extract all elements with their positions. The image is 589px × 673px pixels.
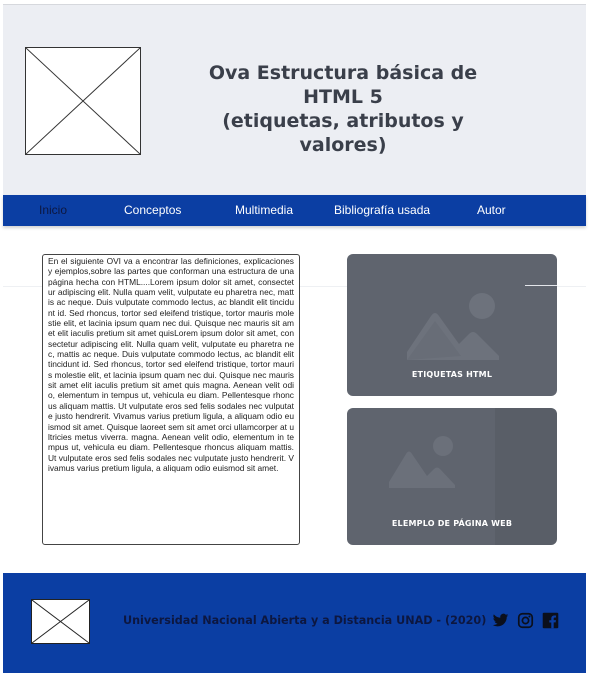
nav-item-multimedia[interactable]: Multimedia — [235, 195, 293, 226]
nav-item-inicio[interactable]: Inicio — [39, 195, 67, 226]
instagram-icon[interactable] — [517, 612, 534, 629]
card-divider — [525, 285, 557, 286]
card-ejemplo-pagina-web[interactable]: ELEMPLO DE PÁGINA WEB — [347, 408, 557, 545]
nav-item-autor[interactable]: Autor — [477, 195, 506, 226]
page-title-line-2: (etiquetas, atributos y — [222, 110, 464, 132]
intro-text: En el siguiente OVI va a encontrar las d… — [48, 256, 294, 473]
footer: Universidad Nacional Abierta y a Distanc… — [3, 573, 586, 673]
nav-item-bibliografia[interactable]: Bibliografía usada — [334, 195, 430, 226]
card-caption: ETIQUETAS HTML — [411, 370, 493, 379]
intro-text-box[interactable]: En el siguiente OVI va a encontrar las d… — [42, 254, 300, 545]
image-icon — [387, 434, 457, 490]
card-caption: ELEMPLO DE PÁGINA WEB — [391, 519, 513, 528]
page-title-line-1: Ova Estructura básica de HTML 5 — [208, 62, 478, 108]
image-icon — [405, 292, 501, 362]
page-title: Ova Estructura básica de HTML 5 (etiquet… — [183, 61, 503, 157]
main-nav: Inicio Conceptos Multimedia Bibliografía… — [3, 195, 586, 226]
header: Ova Estructura básica de HTML 5 (etiquet… — [3, 4, 586, 195]
footer-text: Universidad Nacional Abierta y a Distanc… — [123, 614, 487, 627]
footer-logo-placeholder-icon — [31, 599, 90, 644]
facebook-icon[interactable] — [542, 612, 559, 629]
header-logo-placeholder-icon — [25, 47, 141, 155]
card-etiquetas-html[interactable]: ETIQUETAS HTML — [347, 254, 557, 396]
twitter-icon[interactable] — [492, 612, 509, 629]
nav-item-conceptos[interactable]: Conceptos — [124, 195, 181, 226]
page: Ova Estructura básica de HTML 5 (etiquet… — [0, 0, 589, 673]
page-title-line-3: valores) — [299, 134, 387, 156]
